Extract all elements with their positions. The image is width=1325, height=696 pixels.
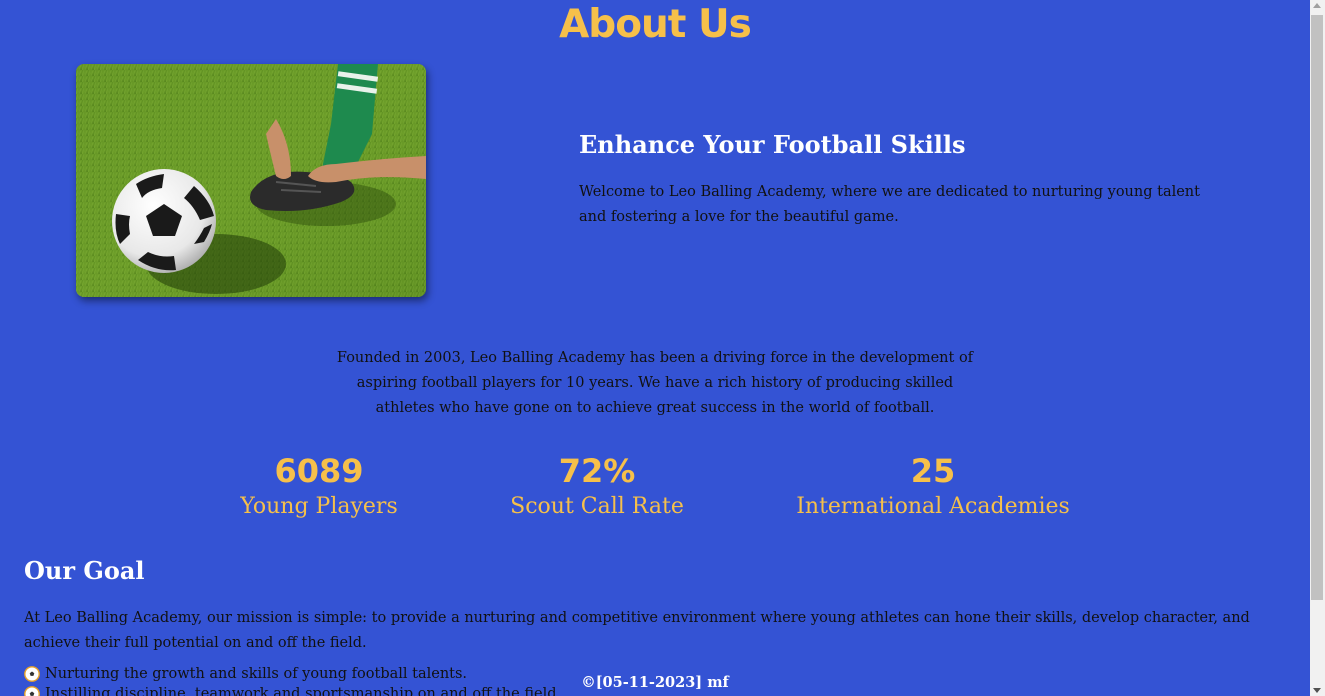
stat-value: 6089 bbox=[274, 452, 364, 490]
vertical-scrollbar[interactable] bbox=[1310, 0, 1325, 696]
welcome-text: Welcome to Leo Balling Academy, where we… bbox=[579, 184, 1200, 225]
scroll-up-arrow-icon[interactable] bbox=[1313, 3, 1321, 8]
stat-international-academies: 25 International Academies bbox=[783, 450, 1083, 522]
page-title: About Us bbox=[559, 2, 752, 47]
founded-text: Founded in 2003, Leo Balling Academy has… bbox=[336, 350, 974, 416]
scrollbar-thumb[interactable] bbox=[1311, 15, 1323, 600]
stat-scout-call-rate: 72% Scout Call Rate bbox=[497, 450, 697, 522]
scroll-down-arrow-icon[interactable] bbox=[1313, 688, 1321, 693]
goal-heading: Our Goal bbox=[24, 556, 145, 585]
stat-value: 25 bbox=[910, 452, 956, 490]
stat-value: 72% bbox=[558, 452, 636, 490]
enhance-heading: Enhance Your Football Skills bbox=[579, 130, 966, 159]
footer-copyright: ©[05-11-2023] mf bbox=[581, 674, 729, 691]
hero-image bbox=[76, 64, 426, 297]
stat-label: International Academies bbox=[796, 494, 1070, 519]
stat-young-players: 6089 Young Players bbox=[219, 450, 419, 522]
football-photo bbox=[76, 64, 426, 297]
about-page: About Us Enhance Your Football Skills We… bbox=[0, 0, 1310, 696]
stat-label: Young Players bbox=[240, 494, 398, 519]
stat-label: Scout Call Rate bbox=[510, 494, 684, 519]
goal-text: At Leo Balling Academy, our mission is s… bbox=[24, 610, 1250, 651]
